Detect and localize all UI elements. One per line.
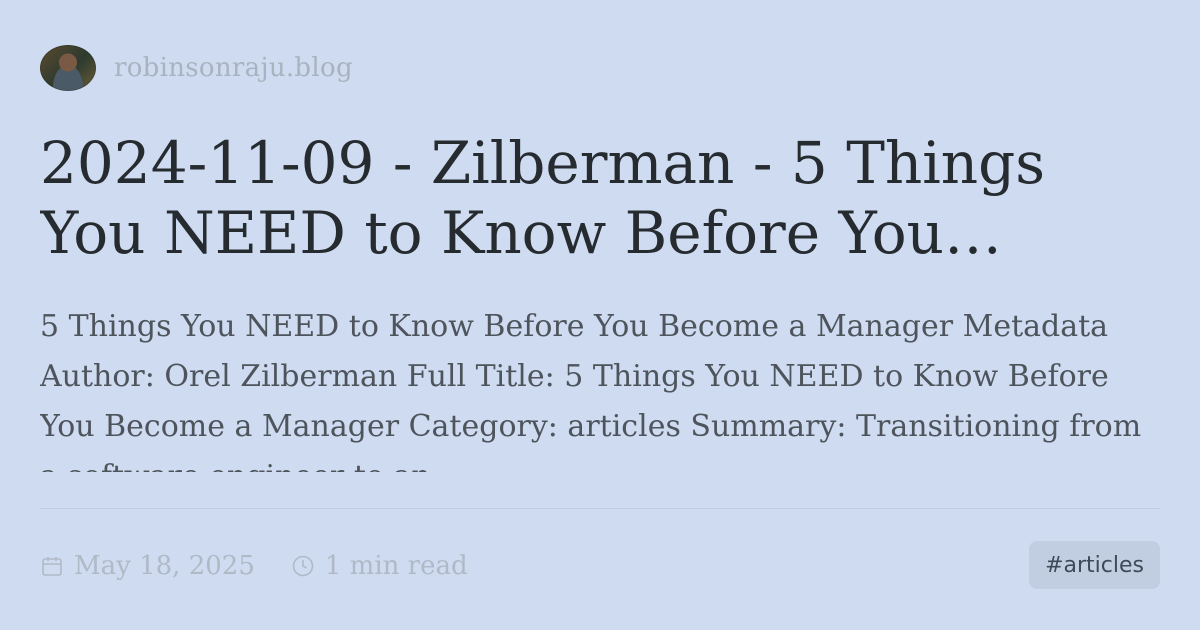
post-date: May 18, 2025: [40, 551, 255, 581]
divider: [40, 508, 1160, 509]
post-read-time: 1 min read: [291, 551, 468, 581]
avatar: [40, 45, 96, 91]
post-title: 2024-11-09 - Zilberman - 5 Things You NE…: [40, 129, 1046, 267]
clock-icon: [292, 555, 314, 577]
site-header: robinsonraju.blog: [40, 44, 353, 92]
site-name: robinsonraju.blog: [114, 53, 353, 83]
read-time-label: 1 min read: [324, 551, 468, 581]
calendar-icon: [42, 557, 62, 576]
post-meta: May 18, 2025 1 min read: [40, 544, 468, 588]
tag-articles[interactable]: #articles: [1029, 541, 1160, 589]
post-date-label: May 18, 2025: [74, 551, 255, 581]
post-excerpt: 5 Things You NEED to Know Before You Bec…: [40, 309, 1142, 472]
